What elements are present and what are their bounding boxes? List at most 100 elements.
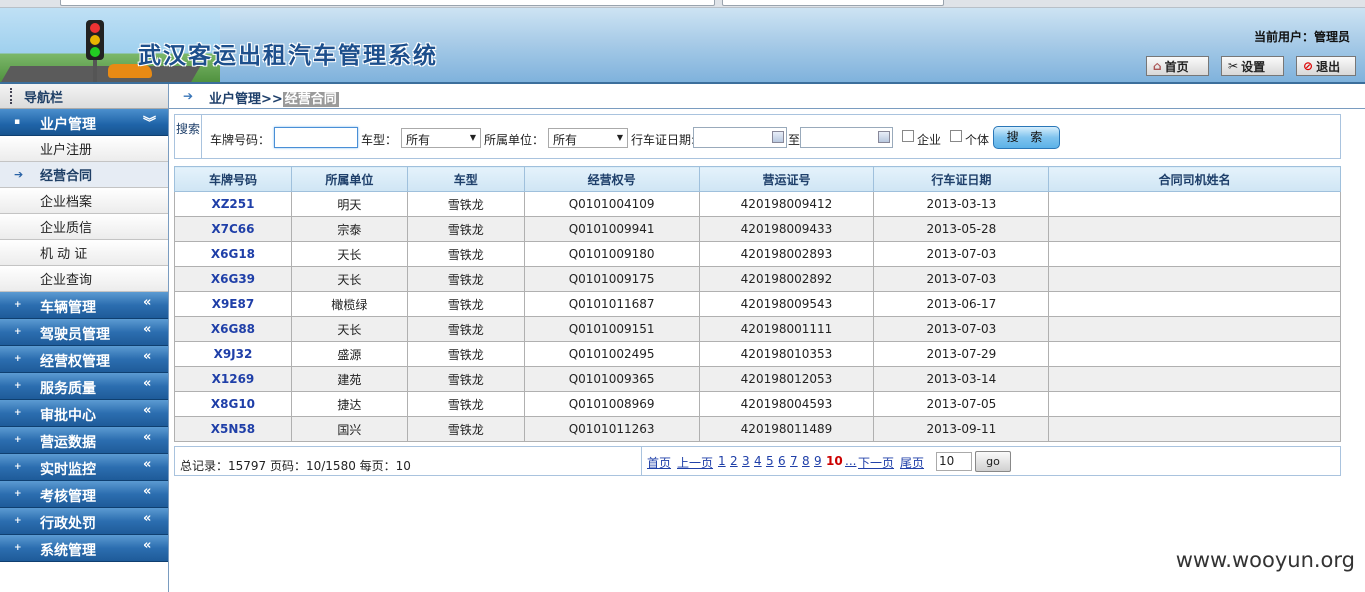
cell-right-no: Q0101004109 — [523, 191, 700, 217]
page-link[interactable]: 6 — [778, 454, 786, 468]
cell-operation-no: 420198011489 — [698, 416, 875, 442]
sidebar-group-penalty[interactable]: + 行政处罚 « — [0, 508, 168, 535]
cell-model: 雪铁龙 — [406, 316, 525, 342]
sidebar-group-monitor[interactable]: + 实时监控 « — [0, 454, 168, 481]
sidebar-group-household[interactable]: ▪ 业户管理 ︾ — [0, 109, 168, 136]
sidebar-group-operations[interactable]: + 营运数据 « — [0, 427, 168, 454]
sidebar-item-permit[interactable]: 机 动 证 — [0, 240, 168, 266]
calendar-icon[interactable] — [878, 131, 890, 143]
page-link[interactable]: 7 — [790, 454, 798, 468]
breadcrumb-parent[interactable]: 业户管理>> — [209, 92, 283, 107]
next-page-link[interactable]: 下一页 — [858, 454, 894, 471]
type-label: 车型： — [361, 133, 398, 147]
sidebar-group-assessment[interactable]: + 考核管理 « — [0, 481, 168, 508]
chevron-left-icon: « — [143, 322, 152, 337]
sidebar-group-rights[interactable]: + 经营权管理 « — [0, 346, 168, 373]
chevron-left-icon: « — [143, 484, 152, 499]
sidebar-group-vehicles[interactable]: + 车辆管理 « — [0, 292, 168, 319]
cell-model: 雪铁龙 — [406, 241, 525, 267]
logout-button[interactable]: ⊘ 退出 — [1296, 56, 1356, 76]
plate-link[interactable]: X6G18 — [211, 247, 255, 261]
home-button[interactable]: ⌂ 首页 — [1146, 56, 1209, 76]
date-from-input[interactable] — [693, 127, 787, 148]
chevron-left-icon: « — [143, 295, 152, 310]
calendar-icon[interactable] — [772, 131, 784, 143]
cell-license-date: 2013-09-11 — [873, 416, 1050, 442]
browser-chrome — [0, 0, 1365, 8]
type-select[interactable]: 所有 ▼ — [401, 128, 481, 148]
plate-link[interactable]: X8G10 — [211, 397, 255, 411]
type-select-value: 所有 — [406, 133, 431, 147]
table-row: X9J32 盛源 雪铁龙 Q0101002495 420198010353 2013-07… — [174, 341, 1341, 367]
search-button[interactable]: 搜 索 — [993, 126, 1060, 149]
date-to-input[interactable] — [800, 127, 893, 148]
cell-license-date: 2013-07-03 — [873, 316, 1050, 342]
sidebar-header: 导航栏 — [0, 84, 168, 109]
cell-plate: X6G18 — [174, 241, 292, 267]
chevron-left-icon: « — [143, 538, 152, 553]
cell-plate: X9E87 — [174, 291, 292, 317]
expand-icon: + — [14, 327, 22, 337]
cell-model: 雪铁龙 — [406, 216, 525, 242]
plate-link[interactable]: X7C66 — [211, 222, 254, 236]
sidebar-item-contract[interactable]: ➔ 经营合同 — [0, 162, 168, 188]
cell-model: 雪铁龙 — [406, 191, 525, 217]
prev-page-link[interactable]: 上一页 — [677, 454, 713, 471]
browser-search-box[interactable] — [722, 0, 944, 6]
page-link[interactable]: 2 — [730, 454, 738, 468]
plate-link[interactable]: X6G39 — [211, 272, 255, 286]
expand-icon: + — [14, 516, 22, 526]
page-link[interactable]: 8 — [802, 454, 810, 468]
go-button[interactable]: go — [975, 451, 1011, 472]
plate-link[interactable]: X1269 — [212, 372, 255, 386]
table-row: X6G18 天长 雪铁龙 Q0101009180 420198002893 2013-07… — [174, 241, 1341, 267]
address-bar[interactable] — [60, 0, 715, 6]
table-row: X7C66 宗泰 雪铁龙 Q0101009941 420198009433 2013-05… — [174, 216, 1341, 242]
expand-icon: + — [14, 300, 22, 310]
sidebar-item-register[interactable]: 业户注册 — [0, 136, 168, 162]
sidebar-group-label: 服务质量 — [40, 381, 96, 397]
page-link[interactable]: 9 — [814, 454, 822, 468]
plate-link[interactable]: X9E87 — [212, 297, 255, 311]
home-button-label: 首页 — [1164, 59, 1189, 74]
individual-checkbox[interactable] — [950, 130, 962, 142]
cell-license-date: 2013-05-28 — [873, 216, 1050, 242]
more-pages-link[interactable]: ... — [845, 454, 856, 468]
page-link[interactable]: 3 — [742, 454, 750, 468]
expand-icon: + — [14, 435, 22, 445]
company-checkbox[interactable] — [902, 130, 914, 142]
goto-page-input[interactable]: 10 — [936, 452, 972, 471]
sidebar-group-system[interactable]: + 系统管理 « — [0, 535, 168, 562]
sidebar-group-drivers[interactable]: + 驾驶员管理 « — [0, 319, 168, 346]
cell-operation-no: 420198009412 — [698, 191, 875, 217]
sidebar-item-credit[interactable]: 企业质信 — [0, 214, 168, 240]
first-page-link[interactable]: 首页 — [647, 454, 671, 471]
sidebar-group-service[interactable]: + 服务质量 « — [0, 373, 168, 400]
cell-license-date: 2013-03-13 — [873, 191, 1050, 217]
settings-button[interactable]: ✂ 设置 — [1221, 56, 1284, 76]
contract-table: 车牌号码 所属单位 车型 经营权号 营运证号 行车证日期 合同司机姓名 XZ25… — [174, 166, 1341, 442]
cell-plate: X7C66 — [174, 216, 292, 242]
cell-operation-no: 420198002892 — [698, 266, 875, 292]
plate-link[interactable]: XZ251 — [211, 197, 254, 211]
cell-operation-no: 420198009543 — [698, 291, 875, 317]
cell-right-no: Q0101009365 — [523, 366, 700, 392]
page-link[interactable]: 5 — [766, 454, 774, 468]
plate-input[interactable] — [274, 127, 358, 148]
cell-right-no: Q0101011263 — [523, 416, 700, 442]
col-unit: 所属单位 — [290, 166, 408, 192]
last-page-link[interactable]: 尾页 — [900, 454, 924, 471]
unit-select[interactable]: 所有 ▼ — [548, 128, 628, 148]
sidebar-group-approval[interactable]: + 审批中心 « — [0, 400, 168, 427]
cell-operation-no: 420198009433 — [698, 216, 875, 242]
cell-unit: 天长 — [290, 266, 408, 292]
page-link[interactable]: 1 — [718, 454, 726, 468]
sidebar-item-archives[interactable]: 企业档案 — [0, 188, 168, 214]
cell-model: 雪铁龙 — [406, 416, 525, 442]
page-link[interactable]: 4 — [754, 454, 762, 468]
sidebar-item-query[interactable]: 企业查询 — [0, 266, 168, 292]
plate-link[interactable]: X5N58 — [211, 422, 255, 436]
plate-link[interactable]: X6G88 — [211, 322, 255, 336]
chevron-left-icon: « — [143, 376, 152, 391]
plate-link[interactable]: X9J32 — [214, 347, 253, 361]
